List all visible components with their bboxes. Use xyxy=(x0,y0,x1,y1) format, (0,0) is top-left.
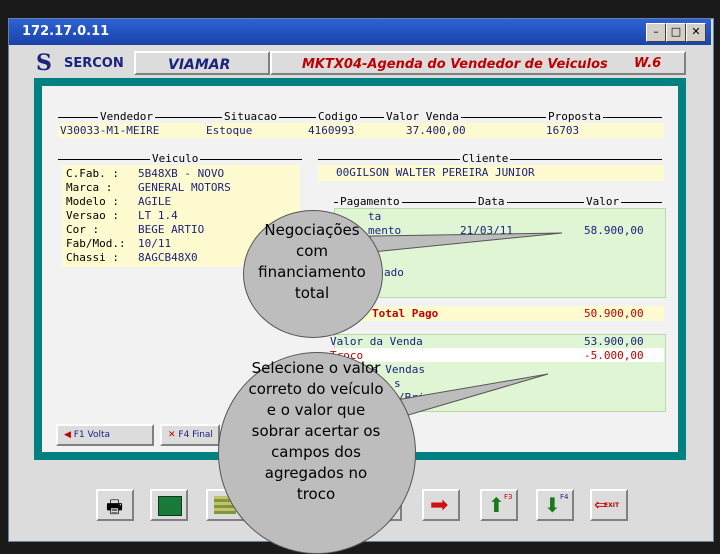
callout-bottom-text: Selecione o valor correto do veículo e o… xyxy=(248,359,384,503)
callout-pointer-bottom xyxy=(395,373,549,419)
callout-pointer-top xyxy=(369,232,563,253)
callout-top-text: Negociações com financiamento total xyxy=(258,221,366,302)
